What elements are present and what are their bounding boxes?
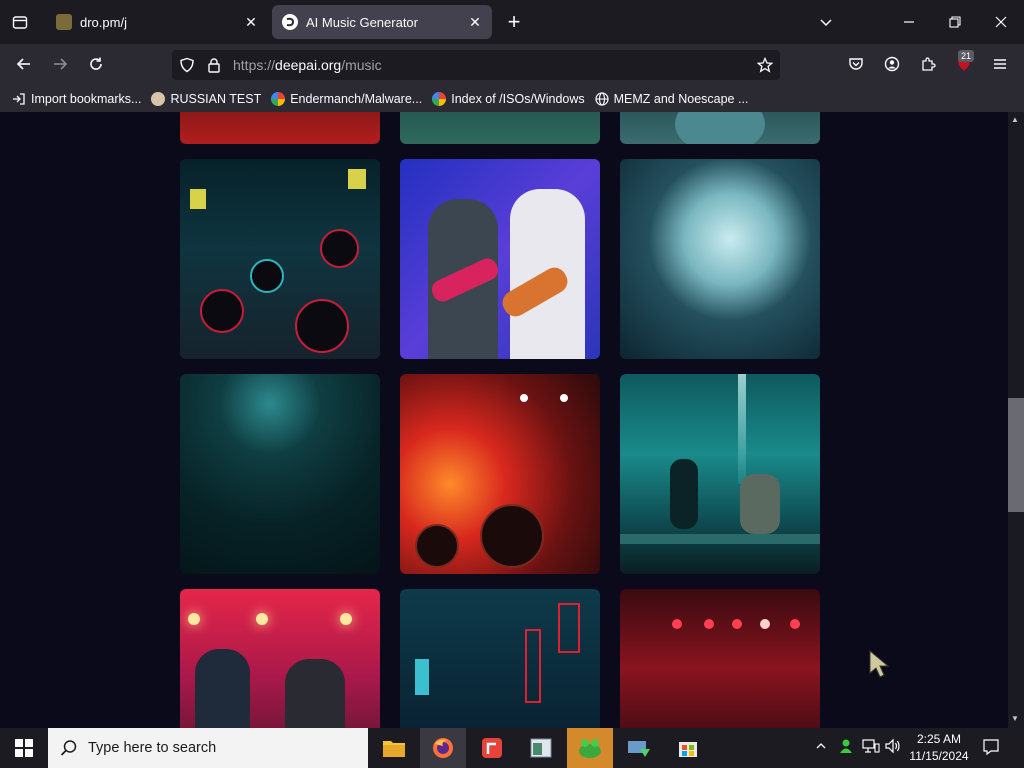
url-text[interactable]: https://deepai.org/music (233, 57, 382, 73)
globe-icon (595, 92, 609, 106)
file-explorer-icon[interactable] (371, 728, 417, 768)
frog-app-icon[interactable] (567, 728, 613, 768)
gallery-image-two-guitarists[interactable] (400, 159, 600, 359)
reload-icon[interactable] (82, 50, 110, 78)
windows-start-icon[interactable] (10, 734, 38, 762)
dro-favicon-icon (56, 14, 72, 30)
bookmark-import[interactable]: Import bookmarks... (12, 92, 141, 106)
forward-icon[interactable] (46, 50, 74, 78)
scroll-down-icon[interactable]: ▼ (1011, 714, 1019, 723)
google-icon (432, 92, 447, 106)
window-app-icon[interactable] (518, 728, 564, 768)
search-placeholder: Type here to search (88, 740, 217, 756)
gallery-image-cyberpunk-speakers[interactable] (180, 159, 380, 359)
clock-date: 11/15/2024 (909, 749, 969, 763)
pocket-icon[interactable] (842, 50, 870, 78)
chevron-up-icon[interactable] (815, 740, 827, 755)
scrollbar-thumb[interactable] (1008, 398, 1024, 512)
tab-ai-music[interactable]: AI Music Generator ✕ (272, 5, 492, 39)
tab-title: AI Music Generator (306, 14, 418, 30)
gallery-image-misty-forest[interactable] (180, 374, 380, 574)
menu-icon[interactable] (986, 50, 1014, 78)
shield-icon[interactable] (173, 51, 201, 79)
store-icon[interactable] (665, 728, 711, 768)
close-window-icon[interactable] (987, 8, 1015, 36)
gallery-image-top-right[interactable] (620, 112, 820, 144)
gallery-image-top-left[interactable] (180, 112, 380, 144)
taskbar-clock[interactable]: 2:25 AM 11/15/2024 (904, 731, 974, 765)
minimize-icon[interactable] (895, 8, 923, 36)
google-icon (271, 92, 286, 106)
close-tab-icon[interactable]: ✕ (466, 13, 484, 31)
lock-icon[interactable] (200, 51, 228, 79)
account-icon[interactable] (878, 50, 906, 78)
cursor-icon (868, 649, 890, 684)
clock-time: 2:25 AM (916, 732, 962, 746)
back-icon[interactable] (10, 50, 38, 78)
user-tray-icon[interactable] (838, 738, 854, 759)
firefox-icon[interactable] (420, 728, 466, 768)
deepai-favicon-icon (282, 14, 298, 30)
import-icon (12, 92, 26, 106)
page-content (0, 112, 1008, 728)
restore-icon[interactable] (941, 8, 969, 36)
gallery-image-neon-city[interactable] (400, 589, 600, 728)
new-tab-icon[interactable]: + (500, 8, 528, 36)
search-icon (60, 739, 78, 757)
tab-dro[interactable]: dro.pm/j ✕ (46, 5, 268, 39)
tab-title: dro.pm/j (80, 14, 127, 30)
network-app-icon[interactable] (616, 728, 662, 768)
chevron-down-icon[interactable] (812, 8, 840, 36)
scroll-up-icon[interactable]: ▲ (1011, 115, 1019, 124)
bookmark-endermanch[interactable]: Endermanch/Malware... (271, 92, 422, 106)
close-tab-icon[interactable]: ✕ (242, 13, 260, 31)
gallery-image-rock-concert-fire[interactable] (400, 374, 600, 574)
gallery-image-underwater-performers[interactable] (620, 374, 820, 574)
volume-icon[interactable] (884, 738, 902, 759)
bookmark-memz[interactable]: MEMZ and Noescape ... (595, 92, 748, 106)
bookmarks-bar: Import bookmarks... RUSSIAN TEST Enderma… (0, 86, 1024, 112)
tab-overview-icon[interactable] (6, 8, 34, 36)
github-icon (151, 92, 166, 106)
gallery-image-guitarists-red-lights[interactable] (180, 589, 380, 728)
bookmark-star-icon[interactable] (751, 51, 779, 79)
gallery-image-top-middle[interactable] (400, 112, 600, 144)
gallery-image-band-red-stage[interactable] (620, 589, 820, 728)
extension-badge: 21 (958, 50, 975, 62)
red-app-icon[interactable] (469, 728, 515, 768)
extensions-icon[interactable] (914, 50, 942, 78)
bookmark-russian-test[interactable]: RUSSIAN TEST (151, 92, 261, 106)
network-icon[interactable] (862, 738, 880, 759)
bookmark-isos[interactable]: Index of /ISOs/Windows (432, 92, 585, 106)
notification-icon[interactable] (982, 738, 1000, 761)
taskbar-search-box[interactable]: Type here to search (48, 728, 368, 768)
gallery-image-full-moon[interactable] (620, 159, 820, 359)
